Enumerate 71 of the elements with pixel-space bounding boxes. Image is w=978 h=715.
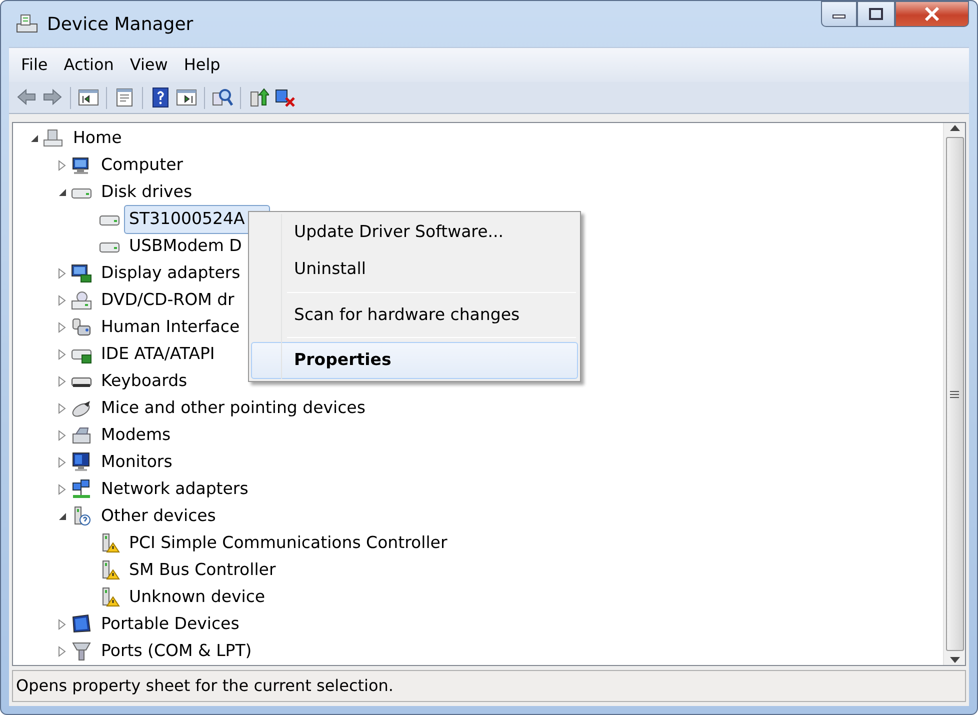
tree-item[interactable]: Unknown device <box>124 583 270 612</box>
minimize-button[interactable] <box>821 1 857 27</box>
expand-arrow-icon[interactable] <box>58 322 66 333</box>
expand-arrow-icon[interactable] <box>58 484 66 495</box>
expand-arrow-icon[interactable] <box>58 646 66 657</box>
close-button[interactable] <box>895 1 969 27</box>
menu-item[interactable]: Scan for hardware changes <box>251 296 578 334</box>
window-title: Device Manager <box>47 12 194 36</box>
tree-item[interactable]: Modems <box>96 421 176 450</box>
tree-item[interactable]: Keyboards <box>96 367 192 396</box>
menu-item[interactable]: View <box>122 50 176 80</box>
tree-item[interactable]: Monitors <box>96 448 178 477</box>
tree-item[interactable]: Other devices <box>96 502 221 531</box>
tree-item[interactable]: USBModem D <box>124 232 247 261</box>
expand-arrow-icon[interactable] <box>58 457 66 468</box>
tree-item[interactable]: Home <box>68 124 127 153</box>
tree-item[interactable]: Human Interface <box>96 313 245 342</box>
menu-item[interactable]: Uninstall <box>251 250 578 288</box>
display-icon <box>71 263 92 284</box>
properties-icon <box>114 87 135 108</box>
grip-icon <box>950 390 959 398</box>
computer-icon <box>43 128 64 149</box>
disc-drive-icon <box>71 290 92 311</box>
menu-item[interactable]: File <box>13 50 56 80</box>
expand-arrow-icon[interactable] <box>58 349 66 360</box>
tree-item[interactable]: PCI Simple Communications Controller <box>124 529 452 558</box>
back-icon <box>16 87 37 108</box>
expand-arrow-icon[interactable] <box>58 268 66 279</box>
help-icon <box>150 87 171 108</box>
tree-item[interactable]: Network adapters <box>96 475 254 504</box>
tree-item[interactable]: Display adapters <box>96 259 246 288</box>
expand-arrow-icon[interactable] <box>58 295 66 306</box>
expand-arrow-icon[interactable] <box>58 160 66 171</box>
tree-item[interactable]: Mice and other pointing devices <box>96 394 370 423</box>
gamepad-icon <box>71 317 92 338</box>
forward-icon <box>42 87 63 108</box>
port-connector-icon <box>71 641 92 662</box>
mouse-icon <box>71 398 92 419</box>
tree-item[interactable]: SM Bus Controller <box>124 556 281 585</box>
tree-item[interactable]: Portable Devices <box>96 610 244 639</box>
menu-item[interactable]: Help <box>176 50 228 80</box>
tree-item[interactable]: IDE ATA/ATAPI <box>96 340 220 369</box>
monitor-icon <box>71 452 92 473</box>
scrollbar-thumb[interactable] <box>946 137 964 651</box>
tree-item[interactable]: DVD/CD-ROM dr <box>96 286 240 315</box>
scroll-up-icon[interactable] <box>950 125 960 131</box>
menu-item[interactable]: Action <box>56 50 122 80</box>
tree-item[interactable]: Disk drives <box>96 178 198 207</box>
network-icon <box>71 479 92 500</box>
action-pane-icon <box>176 87 197 108</box>
expand-arrow-icon[interactable] <box>58 376 66 387</box>
scroll-down-icon[interactable] <box>950 657 960 663</box>
tablet-icon <box>71 614 92 635</box>
collapse-arrow-icon[interactable] <box>58 512 66 521</box>
modem-icon <box>71 425 92 446</box>
status-bar-text: Opens property sheet for the current selection. <box>12 670 966 702</box>
maximize-button[interactable] <box>857 1 895 27</box>
console-tree-icon <box>78 87 99 108</box>
tree-item[interactable]: Computer <box>96 151 188 180</box>
expand-arrow-icon[interactable] <box>58 619 66 630</box>
collapse-arrow-icon[interactable] <box>58 188 66 197</box>
update-driver-icon <box>248 87 269 108</box>
uninstall-icon <box>274 87 295 108</box>
collapse-arrow-icon[interactable] <box>30 134 38 143</box>
tree-item[interactable]: Ports (COM & LPT) <box>96 637 257 666</box>
menu-item[interactable]: Properties <box>251 342 578 379</box>
close-icon <box>924 7 940 21</box>
maximize-icon <box>869 8 883 20</box>
scan-icon <box>212 87 233 108</box>
expand-arrow-icon[interactable] <box>58 430 66 441</box>
expand-arrow-icon[interactable] <box>58 403 66 414</box>
